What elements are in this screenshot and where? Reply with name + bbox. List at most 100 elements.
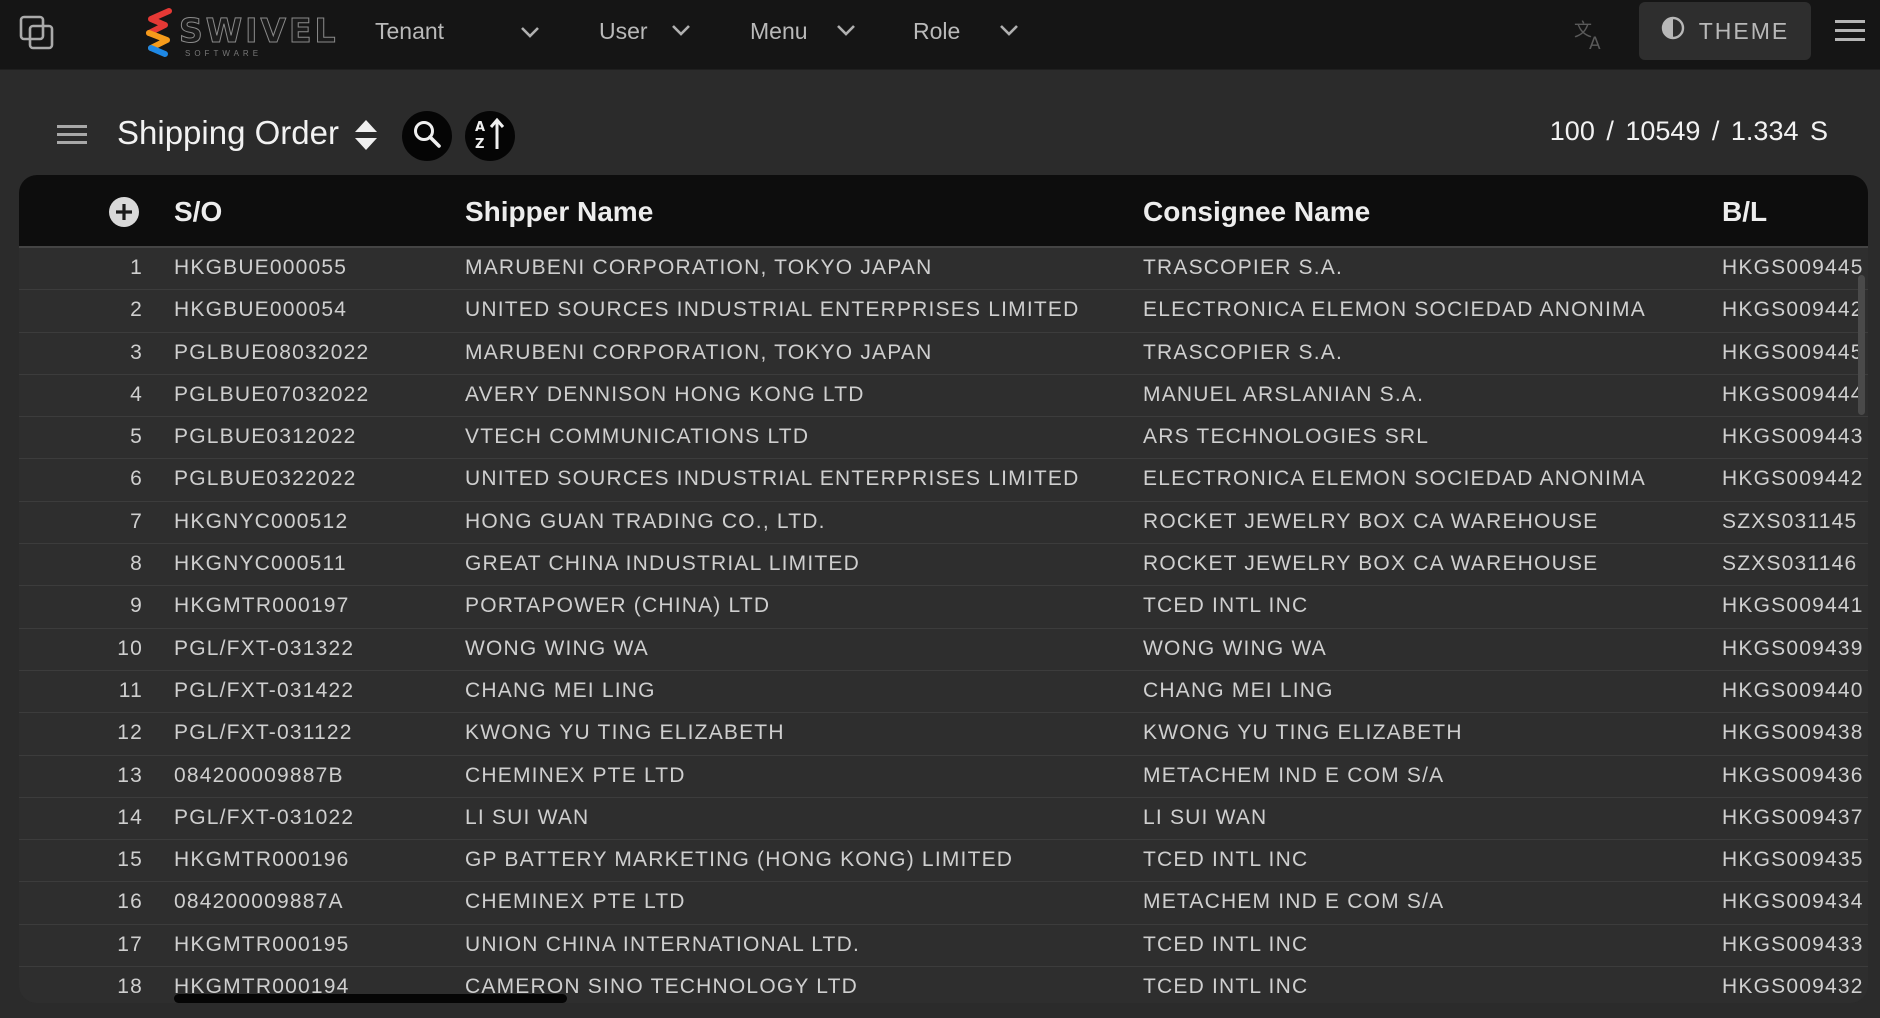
cell-row-number: 2 [130,298,143,322]
cell-so: PGL/FXT-031022 [174,805,355,829]
cell-so: PGL/FXT-031122 [174,721,353,745]
table-row[interactable]: 6 PGLBUE0322022 UNITED SOURCES INDUSTRIAL … [19,459,1868,502]
table-row[interactable]: 10 PGL/FXT-031322 WONG WING WA WONG WING WA… [19,628,1868,671]
cell-shipper-name: HONG GUAN TRADING CO., LTD. [465,509,826,533]
cell-consignee-name: ROCKET JEWELRY BOX CA WAREHOUSE [1143,552,1599,576]
sort-az-icon: A Z [474,117,506,156]
cell-bl: HKGS009442 [1722,467,1864,491]
table-row[interactable]: 4 PGLBUE07032022 AVERY DENNISON HONG KONG … [19,374,1868,418]
add-circle-icon[interactable] [108,196,140,228]
cell-row-number: 9 [130,594,143,618]
cell-bl: HKGS009442 [1722,298,1864,322]
column-header-bl[interactable]: B/L [1722,196,1767,228]
table-row[interactable]: 2 HKGBUE000054 UNITED SOURCES INDUSTRIAL E… [19,290,1868,333]
page-title: Shipping Order [117,114,339,151]
theme-label: THEME [1698,17,1790,44]
cell-bl: HKGS009445 [1722,340,1864,364]
hamburger-icon[interactable] [1835,18,1865,44]
cell-so: PGL/FXT-031322 [174,636,355,660]
user-dropdown[interactable]: User [599,18,690,45]
cell-consignee-name: KWONG YU TING ELIZABETH [1143,721,1463,745]
top-navbar: SWIVEL SOFTWARE Tenant User Menu Role 文 … [0,0,1880,70]
table-row[interactable]: 7 HKGNYC000512 HONG GUAN TRADING CO., LTD.… [19,501,1868,545]
cell-shipper-name: GREAT CHINA INDUSTRIAL LIMITED [465,552,860,576]
table-row[interactable]: 15 HKGMTR000196 GP BATTERY MARKETING (HONG… [19,840,1868,883]
cell-consignee-name: METACHEM IND E COM S/A [1143,890,1445,914]
tenant-label: Tenant [375,18,445,44]
cell-row-number: 15 [117,848,143,872]
cell-bl: HKGS009434 [1722,890,1864,914]
swivel-logo-mark [146,8,172,57]
cell-so: HKGBUE000055 [174,256,348,279]
tenant-dropdown[interactable]: Tenant [375,18,539,45]
table-row[interactable]: 1 HKGBUE000055 MARUBENI CORPORATION, TOKYO… [19,248,1868,291]
cell-row-number: 10 [117,636,143,660]
table-row[interactable]: 9 HKGMTR000197 PORTAPOWER (CHINA) LTD TCED … [19,586,1868,629]
table-row[interactable]: 3 PGLBUE08032022 MARUBENI CORPORATION, TOK… [19,332,1868,375]
cell-bl: HKGS009437 [1722,805,1864,829]
cell-so: PGL/FXT-031422 [174,678,355,702]
logo-subtext: SOFTWARE [185,49,263,58]
column-header-consignee[interactable]: Consignee Name [1143,196,1370,228]
table-row[interactable]: 12 PGL/FXT-031122 KWONG YU TING ELIZABETH K… [19,713,1868,756]
chevron-down-icon [669,18,693,48]
cell-bl: HKGS009440 [1722,678,1864,702]
cell-consignee-name: ELECTRONICA ELEMON SOCIEDAD ANONIMA [1143,298,1646,322]
cell-bl: HKGS009438 [1722,721,1864,745]
svg-text:Z: Z [475,137,484,151]
window-copy-icon[interactable] [18,13,58,53]
cell-consignee-name: ELECTRONICA ELEMON SOCIEDAD ANONIMA [1143,467,1646,491]
cell-bl: HKGS009435 [1722,848,1864,872]
hamburger-icon[interactable] [57,124,89,148]
record-count-summary: 100 / 10549 / 1.334 S [1549,116,1828,146]
chevron-down-icon [518,20,542,50]
cell-row-number: 4 [130,382,143,406]
cell-consignee-name: MANUEL ARSLANIAN S.A. [1143,382,1425,406]
table-row[interactable]: 5 PGLBUE0312022 VTECH COMMUNICATIONS LTD AR… [19,417,1868,460]
shipping-order-table: S/O Shipper Name Consignee Name B/L 1 HKG… [19,175,1868,1003]
cell-row-number: 6 [130,467,143,491]
cell-so: 084200009887B [174,763,344,787]
cell-shipper-name: CHANG MEI LING [465,678,656,702]
cell-row-number: 17 [117,932,143,956]
cell-shipper-name: CHEMINEX PTE LTD [465,763,686,787]
translate-icon[interactable]: 文 A [1572,16,1608,52]
cell-shipper-name: PORTAPOWER (CHINA) LTD [465,594,771,618]
cell-consignee-name: CHANG MEI LING [1143,678,1334,702]
cell-consignee-name: TRASCOPIER S.A. [1143,340,1344,364]
table-row[interactable]: 14 PGL/FXT-031022 LI SUI WAN LI SUI WAN HKGS… [19,797,1868,841]
app-logo[interactable]: SWIVEL SOFTWARE [143,8,339,60]
vertical-scrollbar[interactable] [1858,275,1865,415]
chevron-down-icon [997,18,1021,48]
cell-consignee-name: METACHEM IND E COM S/A [1143,763,1445,787]
user-label: User [599,18,648,44]
table-row[interactable]: 13 084200009887B CHEMINEX PTE LTD METACHEM … [19,755,1868,798]
cell-row-number: 12 [117,721,143,745]
column-header-shipper[interactable]: Shipper Name [465,196,653,228]
cell-shipper-name: KWONG YU TING ELIZABETH [465,721,785,745]
cell-row-number: 16 [117,890,143,914]
cell-consignee-name: TRASCOPIER S.A. [1143,256,1344,279]
column-header-so[interactable]: S/O [174,196,222,228]
table-row[interactable]: 16 084200009887A CHEMINEX PTE LTD METACHEM … [19,882,1868,925]
sort-button[interactable]: A Z [465,111,515,161]
table-row[interactable]: 17 HKGMTR000195 UNION CHINA INTERNATIONAL … [19,924,1868,968]
cell-so: 084200009887A [174,890,344,914]
horizontal-scrollbar[interactable] [174,994,567,1003]
table-row[interactable]: 8 HKGNYC000511 GREAT CHINA INDUSTRIAL LIMI… [19,544,1868,587]
menu-dropdown[interactable]: Menu [750,18,855,45]
cell-shipper-name: MARUBENI CORPORATION, TOKYO JAPAN [465,256,933,279]
table-row[interactable]: 11 PGL/FXT-031422 CHANG MEI LING CHANG MEI … [19,670,1868,714]
role-dropdown[interactable]: Role [913,18,1018,45]
search-button[interactable] [402,111,452,161]
role-label: Role [913,18,961,44]
theme-toggle-button[interactable]: THEME [1639,2,1811,60]
cell-consignee-name: ROCKET JEWELRY BOX CA WAREHOUSE [1143,509,1599,533]
cell-shipper-name: CAMERON SINO TECHNOLOGY LTD [465,975,858,999]
sort-toggle-icon[interactable] [352,118,380,152]
cell-consignee-name: ARS TECHNOLOGIES SRL [1143,425,1430,449]
cell-row-number: 13 [117,763,143,787]
cell-row-number: 8 [130,552,143,576]
table-header: S/O Shipper Name Consignee Name B/L [19,175,1868,248]
cell-bl: HKGS009441 [1722,594,1864,618]
